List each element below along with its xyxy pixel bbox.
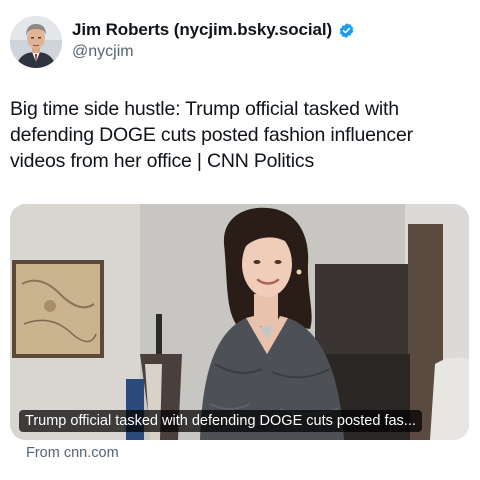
avatar-photo — [10, 16, 62, 68]
card-caption: Trump official tasked with defending DOG… — [19, 410, 422, 432]
author-display-name[interactable]: Jim Roberts (nycjim.bsky.social) — [72, 20, 332, 40]
author-handle[interactable]: @nycjim — [72, 43, 134, 61]
author-name-row[interactable]: Jim Roberts (nycjim.bsky.social) — [72, 20, 355, 40]
verified-badge-icon — [338, 22, 355, 39]
card-source-link[interactable]: From cnn.com — [26, 445, 119, 461]
avatar[interactable] — [10, 16, 62, 68]
video-thumbnail — [10, 204, 469, 440]
tweet: Jim Roberts (nycjim.bsky.social) @nycjim… — [0, 0, 480, 480]
link-card-media[interactable]: Trump official tasked with defending DOG… — [10, 204, 469, 440]
tweet-text: Big time side hustle: Trump official tas… — [10, 98, 413, 172]
